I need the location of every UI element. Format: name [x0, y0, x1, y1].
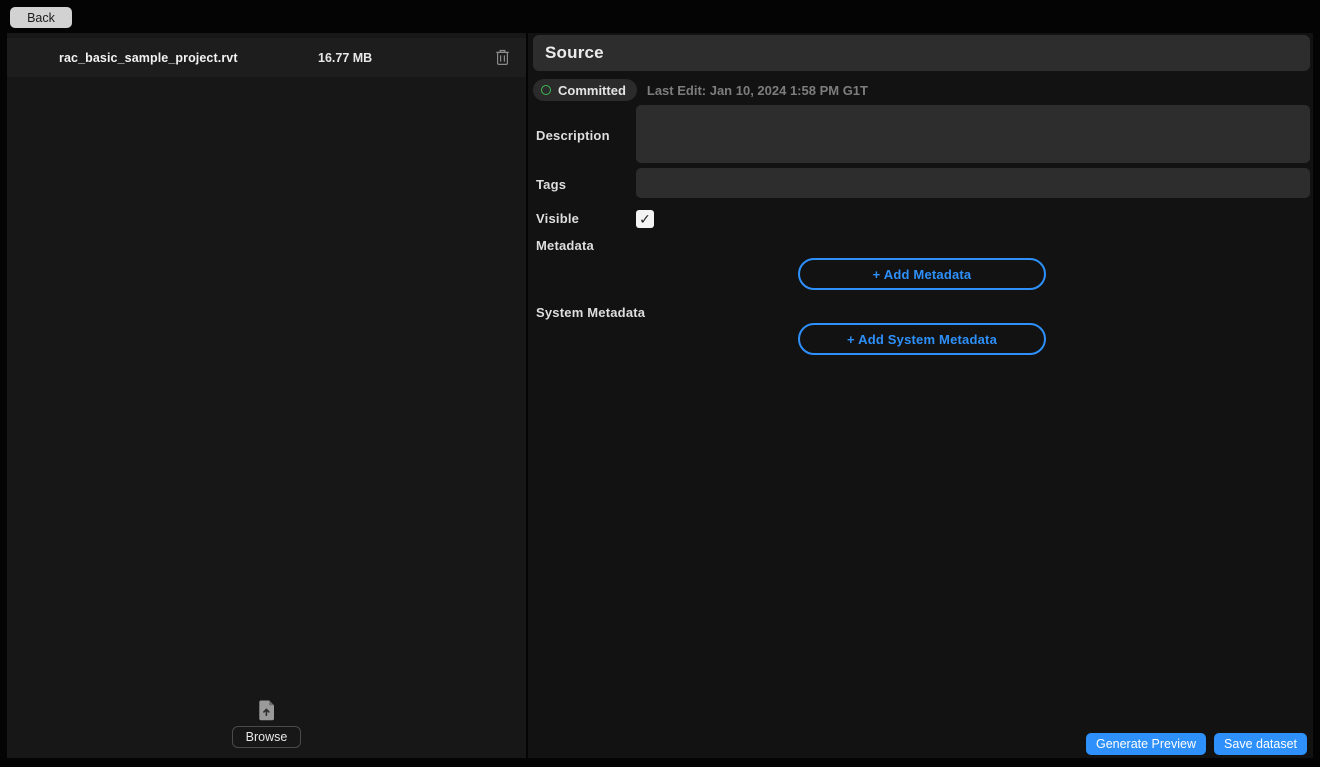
- file-row[interactable]: rac_basic_sample_project.rvt 16.77 MB: [7, 38, 526, 77]
- back-button[interactable]: Back: [10, 7, 72, 28]
- file-size: 16.77 MB: [318, 51, 372, 65]
- metadata-label: Metadata: [536, 238, 594, 253]
- browse-button[interactable]: Browse: [232, 726, 302, 748]
- browse-area: Browse: [7, 700, 526, 748]
- file-panel: rac_basic_sample_project.rvt 16.77 MB Br…: [7, 33, 526, 758]
- tags-label: Tags: [536, 177, 566, 192]
- tags-field[interactable]: [636, 168, 1310, 198]
- description-field[interactable]: [636, 105, 1310, 163]
- status-badge-label: Committed: [558, 83, 626, 98]
- add-system-metadata-button[interactable]: + Add System Metadata: [798, 323, 1046, 355]
- delete-file-button[interactable]: [492, 48, 512, 68]
- footer-actions: Generate Preview Save dataset: [1086, 733, 1307, 755]
- visible-label: Visible: [536, 211, 579, 226]
- last-edit-text: Last Edit: Jan 10, 2024 1:58 PM G1T: [647, 83, 868, 98]
- description-label: Description: [536, 128, 610, 143]
- status-circle-icon: [541, 85, 551, 95]
- source-title: Source: [533, 35, 1310, 71]
- add-metadata-button[interactable]: + Add Metadata: [798, 258, 1046, 290]
- save-dataset-button[interactable]: Save dataset: [1214, 733, 1307, 755]
- visible-checkbox[interactable]: ✓: [636, 210, 654, 228]
- file-name: rac_basic_sample_project.rvt: [59, 51, 238, 65]
- status-row: Committed Last Edit: Jan 10, 2024 1:58 P…: [533, 79, 868, 101]
- generate-preview-button[interactable]: Generate Preview: [1086, 733, 1206, 755]
- source-form-panel: Source Committed Last Edit: Jan 10, 2024…: [528, 33, 1313, 758]
- system-metadata-label: System Metadata: [536, 305, 645, 320]
- trash-icon: [495, 49, 510, 66]
- status-badge: Committed: [533, 79, 637, 101]
- upload-file-icon: [258, 700, 275, 721]
- check-icon: ✓: [639, 212, 651, 226]
